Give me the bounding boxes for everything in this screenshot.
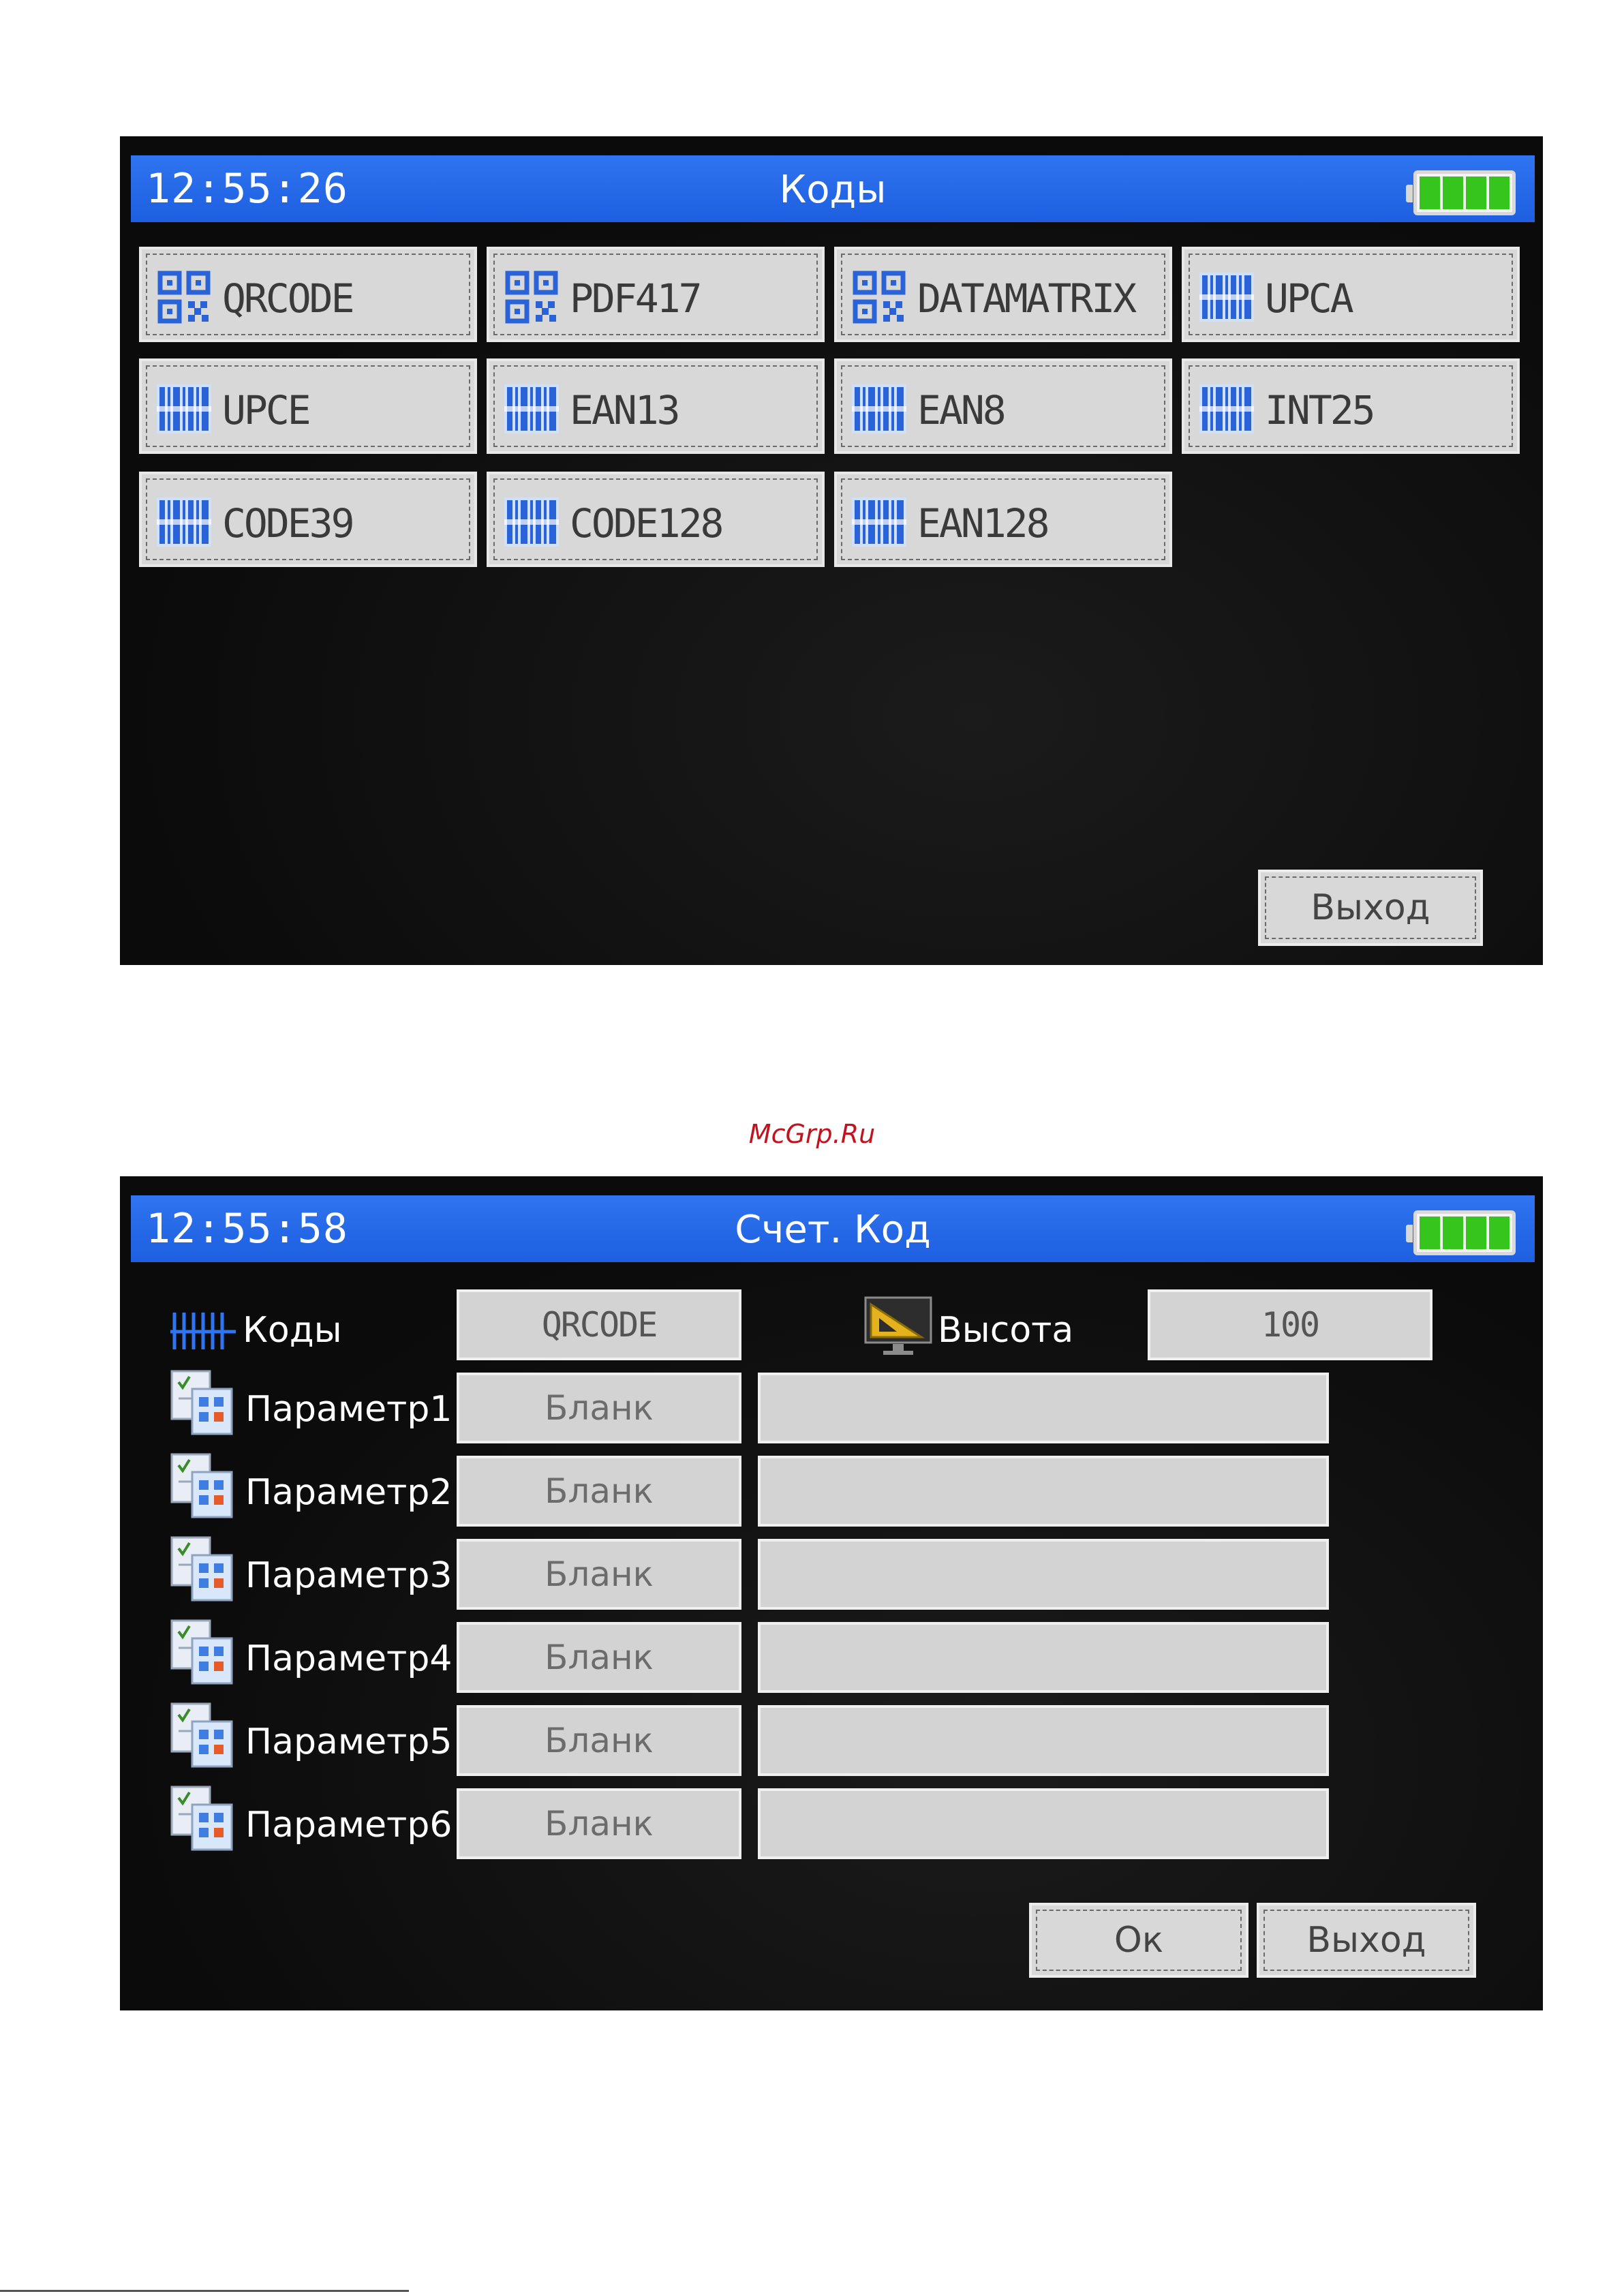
parameter-type-select[interactable]: Бланк [457, 1539, 741, 1610]
parameter-label: Параметр5 [245, 1721, 453, 1762]
watermark: McGrp.Ru [748, 1119, 876, 1149]
height-label: Высота [938, 1310, 1074, 1351]
code-tile-label: EAN8 [917, 387, 1007, 433]
code-tile-int25[interactable]: INT25 [1182, 358, 1520, 454]
qr-icon [504, 270, 559, 324]
barcode-icon [1199, 270, 1254, 324]
barcode-icon [157, 495, 211, 549]
code-tile-upca[interactable]: UPCA [1182, 247, 1520, 342]
code-tile-label: INT25 [1265, 387, 1376, 433]
barcode-icon [852, 382, 906, 436]
code-tile-label: QRCODE [222, 275, 355, 322]
battery-icon [1406, 170, 1516, 215]
codes-label: Коды [243, 1310, 342, 1351]
code-tile-datamatrix[interactable]: DATAMATRIX [834, 247, 1172, 342]
ruler-triangle-icon [864, 1296, 932, 1355]
parameter-type-select[interactable]: Бланк [457, 1622, 741, 1693]
code-tile-label: UPCE [222, 387, 311, 433]
parameter-value-input[interactable] [758, 1788, 1329, 1859]
code-tile-label: DATAMATRIX [917, 275, 1137, 322]
code-tile-pdf417[interactable]: PDF417 [487, 247, 825, 342]
parameter-icon [169, 1784, 234, 1852]
parameter-icon [169, 1701, 234, 1769]
parameter-icon [169, 1618, 234, 1686]
code-tile-label: CODE39 [222, 500, 355, 547]
barcode-icon [157, 382, 211, 436]
parameter-icon [169, 1368, 234, 1437]
parameter-value-input[interactable] [758, 1456, 1329, 1527]
code-tile-ean13[interactable]: EAN13 [487, 358, 825, 454]
parameter-value-input[interactable] [758, 1373, 1329, 1443]
parameter-type-select[interactable]: Бланк [457, 1456, 741, 1527]
code-tile-code128[interactable]: CODE128 [487, 472, 825, 567]
parameter-icon [169, 1452, 234, 1520]
parameter-value-input[interactable] [758, 1539, 1329, 1610]
code-tile-upce[interactable]: UPCE [139, 358, 477, 454]
barcode-icon [504, 495, 559, 549]
parameter-value-input[interactable] [758, 1705, 1329, 1776]
screen-title: Коды [779, 168, 887, 212]
barcode-icon [1199, 382, 1254, 436]
code-tile-label: UPCA [1265, 275, 1354, 322]
parameter-label: Параметр4 [245, 1638, 453, 1679]
code-type-select[interactable]: QRCODE [457, 1289, 741, 1360]
parameter-icon [169, 1535, 234, 1603]
code-tile-label: EAN13 [570, 387, 681, 433]
barcode-icon [504, 382, 559, 436]
code-tile-ean128[interactable]: EAN128 [834, 472, 1172, 567]
parameter-value-input[interactable] [758, 1622, 1329, 1693]
title-bar: 12:55:26 Коды [131, 155, 1535, 222]
barcode-lines-icon [170, 1313, 236, 1349]
battery-icon [1406, 1210, 1516, 1255]
screen-title: Счет. Код [735, 1208, 931, 1252]
parameter-label: Параметр6 [245, 1805, 453, 1846]
parameter-type-select[interactable]: Бланк [457, 1705, 741, 1776]
exit-button[interactable]: Выход [1258, 870, 1483, 946]
parameter-label: Параметр3 [245, 1555, 453, 1596]
code-settings-screen: 12:55:58 Счет. Код Коды QRCODE Высота 10… [120, 1176, 1543, 2010]
code-tile-code39[interactable]: CODE39 [139, 472, 477, 567]
parameter-label: Параметр2 [245, 1472, 453, 1513]
code-tile-qrcode[interactable]: QRCODE [139, 247, 477, 342]
code-tile-label: PDF417 [570, 275, 703, 322]
title-bar: 12:55:58 Счет. Код [131, 1195, 1535, 1262]
page-divider [0, 2290, 409, 2292]
ok-button[interactable]: Ок [1029, 1903, 1248, 1978]
code-tile-label: EAN128 [917, 500, 1050, 547]
height-input[interactable]: 100 [1148, 1289, 1433, 1360]
barcode-icon [852, 495, 906, 549]
exit-button[interactable]: Выход [1257, 1903, 1476, 1978]
code-tile-label: CODE128 [570, 500, 724, 547]
code-select-screen: 12:55:26 Коды QRCODE PDF417 DATAMATRIX UPCA… [120, 136, 1543, 965]
parameter-type-select[interactable]: Бланк [457, 1788, 741, 1859]
code-tile-ean8[interactable]: EAN8 [834, 358, 1172, 454]
qr-icon [852, 270, 906, 324]
parameter-label: Параметр1 [245, 1389, 453, 1430]
parameter-type-select[interactable]: Бланк [457, 1373, 741, 1443]
qr-icon [157, 270, 211, 324]
